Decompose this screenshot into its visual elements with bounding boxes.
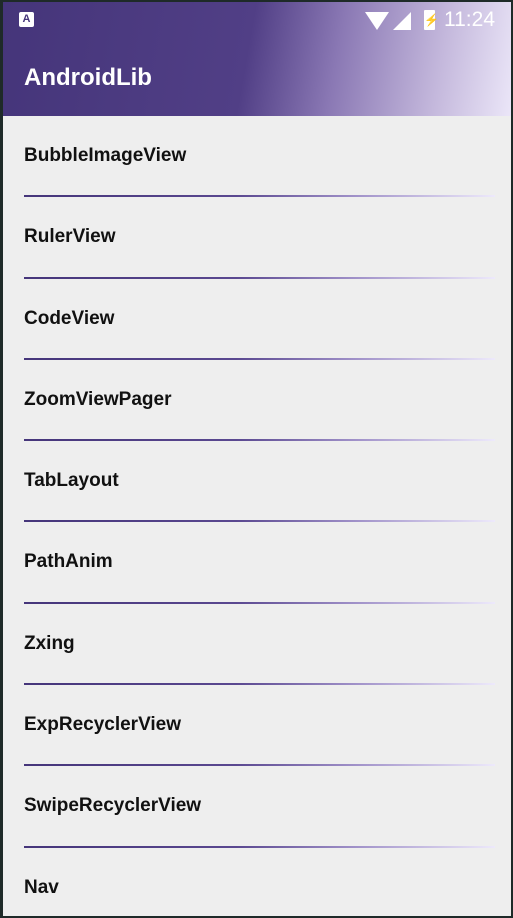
status-time: 11:24 bbox=[444, 8, 495, 31]
signal-icon bbox=[393, 12, 411, 30]
list-item[interactable]: Zxing bbox=[3, 604, 511, 686]
list-item[interactable]: CodeView bbox=[3, 279, 511, 360]
status-bar: A ⚡ 11:24 bbox=[3, 2, 511, 40]
demo-list: BubbleImageView RulerView CodeView ZoomView… bbox=[3, 116, 511, 916]
list-item-label: ZoomViewPager bbox=[24, 388, 172, 410]
list-item-label: BubbleImageView bbox=[24, 145, 187, 166]
toolbar-title: AndroidLib bbox=[24, 64, 152, 91]
list-item[interactable]: SwipeRecyclerView bbox=[3, 766, 511, 848]
battery-charging-icon: ⚡ bbox=[424, 10, 439, 30]
list-item[interactable]: PathAnim bbox=[3, 522, 511, 604]
app-notification-icon: A bbox=[19, 12, 34, 27]
list-item-label: TabLayout bbox=[24, 470, 119, 492]
list-item-label: CodeView bbox=[24, 307, 115, 329]
list-item-label: Zxing bbox=[24, 632, 75, 654]
list-item[interactable]: ExpRecyclerView bbox=[3, 685, 511, 767]
list-item[interactable]: RulerView bbox=[3, 197, 511, 279]
wifi-icon bbox=[365, 12, 389, 30]
list-item-label: RulerView bbox=[24, 226, 116, 248]
list-item[interactable]: TabLayout bbox=[3, 441, 511, 523]
app-bar: A ⚡ 11:24 AndroidLib bbox=[3, 2, 511, 116]
list-item-label: PathAnim bbox=[24, 551, 113, 573]
screen: A ⚡ 11:24 AndroidLib BubbleImageView Rule… bbox=[3, 2, 511, 916]
list-item[interactable]: BubbleImageView bbox=[3, 116, 511, 198]
list-item-label: SwipeRecyclerView bbox=[24, 795, 202, 817]
list-item[interactable]: Nav bbox=[3, 848, 511, 916]
list-item-label: ExpRecyclerView bbox=[24, 714, 182, 736]
list-item-label: Nav bbox=[24, 876, 59, 898]
list-item[interactable]: ZoomViewPager bbox=[3, 360, 511, 442]
